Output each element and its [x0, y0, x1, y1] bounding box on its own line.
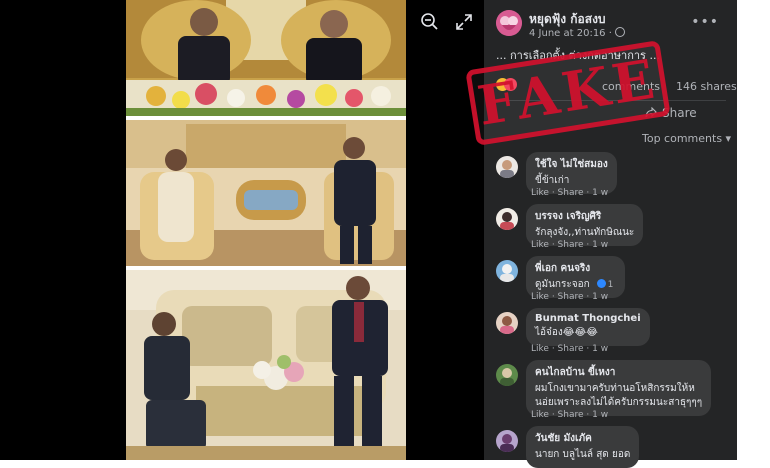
like-link[interactable]: Like [531, 188, 549, 198]
share-link[interactable]: Share [558, 292, 584, 302]
commenter-avatar[interactable] [496, 260, 518, 282]
comment-time: 1 w [592, 344, 609, 354]
comment-bubble: Bunmat Thongchei ไอ้จ๋อง😂😂😂 [526, 308, 650, 346]
globe-icon [614, 27, 625, 37]
right-margin [737, 0, 770, 460]
comment-text: รักลุงจัง,,ท่านทักษิณนะ [535, 227, 635, 238]
comment-time: 1 w [592, 292, 609, 302]
comment-text: ผมโกงเขามาครับท่านอโหสิกรรมให้หนอ่ยเพราะ… [535, 382, 702, 410]
comment-time: 1 w [592, 410, 609, 420]
shares-count[interactable]: 146 shares [676, 80, 737, 93]
screenshot-frame: หยุดฟุ้ง ก้อสงบ 4 June at 20:16 · ••• ..… [0, 0, 770, 468]
zoom-out-icon[interactable] [420, 12, 440, 32]
commenter-avatar[interactable] [496, 208, 518, 230]
like-link[interactable]: Like [531, 410, 549, 420]
comment-text-value: ดูมันกระจอก [535, 279, 590, 290]
post-timestamp[interactable]: 4 June at 20:16 · [529, 27, 625, 39]
comment-time: 1 w [592, 188, 609, 198]
comment-text-line: ผมโกงเขามาครับท่านอโหสิกรรมให้ห [535, 383, 695, 394]
commenter-name[interactable]: Bunmat Thongchei [535, 313, 641, 324]
commenter-name[interactable]: วันชัย มังเภัค [535, 431, 630, 446]
like-link[interactable]: Like [531, 344, 549, 354]
comment-text: ดูมันกระจอก 1 [535, 278, 617, 292]
comment-actions: Like · Share · 1 w [531, 240, 609, 250]
photo-bottom-meeting [126, 270, 406, 460]
share-link[interactable]: Share [558, 240, 584, 250]
like-reaction-icon [596, 279, 606, 288]
photo-top-meeting [126, 0, 406, 116]
commenter-avatar[interactable] [496, 156, 518, 178]
post-time-text: 4 June at 20:16 · [529, 28, 612, 39]
commenter-name[interactable]: พี่เอก คนจริง [535, 261, 616, 276]
comment-text: ไอ้จ๋อง😂😂😂 [535, 327, 598, 338]
commenter-name[interactable]: ใช้ใจ ไม่ใช่สมอง [535, 157, 608, 172]
expand-icon[interactable] [454, 12, 474, 32]
photo-collage[interactable] [126, 0, 406, 460]
comment-actions: Like · Share · 1 w [531, 292, 609, 302]
comment-actions: Like · Share · 1 w [531, 188, 609, 198]
share-link[interactable]: Share [558, 410, 584, 420]
like-link[interactable]: Like [531, 292, 549, 302]
share-link[interactable]: Share [558, 344, 584, 354]
share-link[interactable]: Share [558, 188, 584, 198]
commenter-avatar[interactable] [496, 430, 518, 452]
comment-text-line: นอ่ยเพราะลงไม่ได้ครับกรรมนะสาธุๆๆๆ [535, 397, 703, 408]
comment-bubble: คนไกลบ้าน ขี้เหงา ผมโกงเขามาครับท่านอโหส… [526, 360, 712, 416]
commenter-name[interactable]: คนไกลบ้าน ขี้เหงา [535, 365, 702, 380]
like-count-badge[interactable]: 1 [593, 278, 617, 292]
photo-middle-meeting [126, 120, 406, 266]
comment-actions: Like · Share · 1 w [531, 410, 609, 420]
comment-actions: Like · Share · 1 w [531, 344, 609, 354]
comment-text: ขี้ข้าเก่า [535, 175, 570, 186]
commenter-avatar[interactable] [496, 312, 518, 334]
comment-bubble: วันชัย มังเภัค นายก บลูไนล์ สุด ยอด [526, 426, 640, 468]
commenter-name[interactable]: บรรจง เจริญศิริ [535, 209, 634, 224]
top-comments-filter[interactable]: Top comments ▾ [642, 132, 731, 145]
author-avatar[interactable] [496, 10, 522, 36]
comment-time: 1 w [592, 240, 609, 250]
like-link[interactable]: Like [531, 240, 549, 250]
more-options-button[interactable]: ••• [691, 14, 719, 30]
commenter-avatar[interactable] [496, 364, 518, 386]
like-count: 1 [607, 280, 614, 290]
